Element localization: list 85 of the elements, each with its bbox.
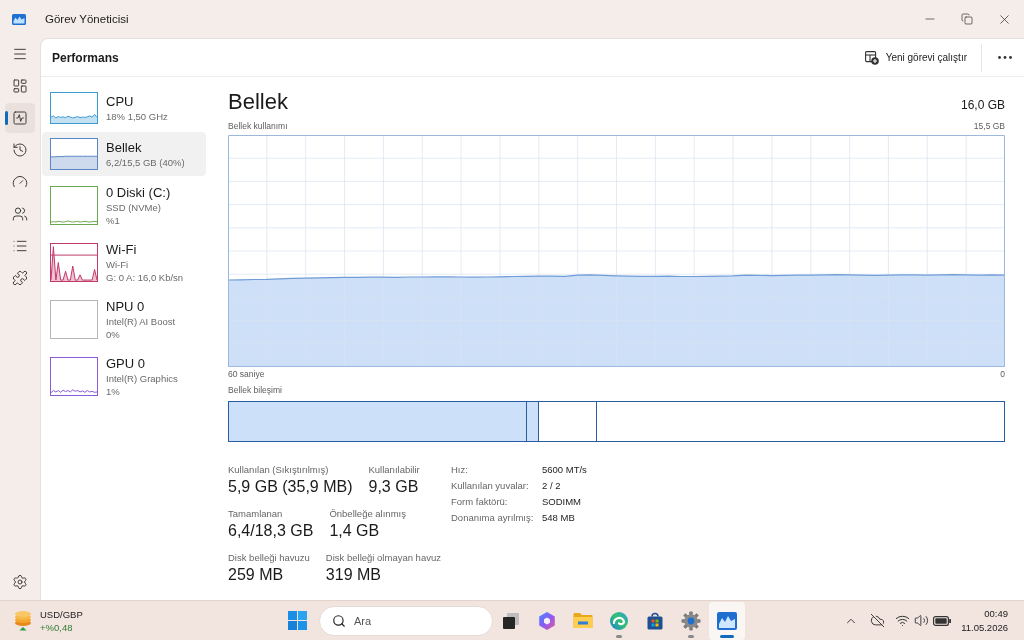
window-plus-icon <box>864 50 879 65</box>
stat-value: 9,3 GB <box>368 477 420 497</box>
graph-label: Bellek kullanımı <box>228 121 288 132</box>
stat-label: Tamamlanan <box>228 507 284 520</box>
speaker-icon <box>914 613 930 628</box>
resource-detail: %1 <box>106 214 121 227</box>
users-icon <box>12 206 28 222</box>
coins-icon <box>12 609 34 632</box>
gear-icon <box>681 610 701 631</box>
capacity-text: 16,0 GB <box>960 97 1005 114</box>
history-icon <box>12 142 28 158</box>
resource-item[interactable]: 0 Diski (C:) SSD (NVMe) %1 <box>42 178 206 233</box>
resource-name: Bellek <box>106 139 143 156</box>
resource-item[interactable]: Bellek 6,2/15,5 GB (40%) <box>42 132 206 176</box>
stat-label: Kullanılan (Sıkıştırılmış) <box>228 463 330 476</box>
puzzle-icon <box>12 270 28 286</box>
graph-logo-icon <box>717 611 737 630</box>
swirl-logo-icon <box>609 610 629 631</box>
page-title: Performans <box>52 50 119 65</box>
resource-detail: Wi-Fi <box>106 258 130 271</box>
gauge-icon <box>12 174 28 190</box>
stat-label: Önbelleğe alınmış <box>329 507 406 520</box>
property-value: 5600 MT/s <box>542 463 587 476</box>
resource-detail: Intel(R) Graphics <box>106 372 178 385</box>
property-label: Kullanılan yuvalar: <box>451 479 530 492</box>
widget-change: +%0,48 <box>40 620 74 634</box>
run-task-button[interactable]: Yeni görevi çalıştır <box>854 42 977 73</box>
windows-logo-icon <box>287 611 307 630</box>
restore-icon <box>960 13 973 25</box>
stat-value: 1,4 GB <box>329 521 381 541</box>
window-stack-icon <box>502 611 520 630</box>
property-value: 2 / 2 <box>542 479 562 492</box>
stat-value: 319 MB <box>325 565 382 585</box>
property-label: Form faktörü: <box>451 495 509 508</box>
nav-button[interactable] <box>5 103 35 133</box>
settings-icon <box>12 574 28 590</box>
resource-name: 0 Diski (C:) <box>106 184 171 201</box>
folder-icon <box>573 612 593 629</box>
stat-label: Disk belleği olmayan havuz <box>325 551 441 564</box>
graph-logo-icon <box>12 13 26 25</box>
shopping-bag-icon <box>646 611 664 630</box>
time-axis-label: 60 saniye <box>228 369 265 380</box>
resource-name: NPU 0 <box>106 298 146 315</box>
empty-graph <box>50 300 98 339</box>
search-icon <box>332 613 346 628</box>
stat-value: 259 MB <box>228 565 285 585</box>
axis-end-label: 0 <box>1000 369 1005 380</box>
property-value: 548 MB <box>542 511 576 524</box>
resource-detail: Intel(R) AI Boost <box>106 315 176 328</box>
resource-detail: 0% <box>106 328 121 341</box>
stat-label: Kullanılabilir <box>368 463 420 476</box>
resource-detail: SSD (NVMe) <box>106 201 162 214</box>
resource-detail: 18% 1,50 GHz <box>106 110 168 123</box>
property-value: SODIMM <box>542 495 583 508</box>
hexagon-logo-icon <box>537 610 557 631</box>
stat-value: 6,4/18,3 GB <box>228 521 314 541</box>
resource-name: CPU <box>106 93 135 110</box>
resource-name: GPU 0 <box>106 355 146 372</box>
search-field[interactable]: Ara <box>319 605 493 636</box>
cloud-off-icon <box>870 613 886 628</box>
widget-title: USD/GBP <box>40 607 83 621</box>
composition-label: Bellek bileşimi <box>228 385 282 396</box>
window-title: Görev Yöneticisi <box>45 13 129 25</box>
clock-time: 00:49 <box>984 606 1008 621</box>
clock-date: 11.05.2026 <box>961 620 1008 635</box>
menu-icon <box>12 46 28 62</box>
resource-item[interactable]: NPU 0 Intel(R) AI Boost 0% <box>42 292 206 347</box>
more-icon <box>998 56 1012 59</box>
property-label: Hız: <box>451 463 469 476</box>
resource-detail: G: 0 A: 16,0 Kb/sn <box>106 271 184 284</box>
stat-label: Disk belleği havuzu <box>228 551 310 564</box>
pulse-icon <box>12 110 28 126</box>
property-label: Donanıma ayrılmış: <box>451 511 535 524</box>
stat-value: 5,9 GB (35,9 MB) <box>228 477 353 497</box>
resource-name: Wi-Fi <box>106 241 138 258</box>
battery-icon <box>933 615 952 626</box>
resource-item[interactable]: Wi-Fi Wi-Fi G: 0 A: 16,0 Kb/sn <box>42 235 206 290</box>
graph-max-label: 15,5 GB <box>973 121 1005 132</box>
section-title: Bellek <box>228 89 288 115</box>
list-icon <box>12 238 28 254</box>
resource-detail: 1% <box>106 385 121 398</box>
resource-detail: 6,2/15,5 GB (40%) <box>106 156 185 169</box>
resource-item[interactable]: CPU 18% 1,50 GHz <box>42 86 206 130</box>
grid-icon <box>12 78 28 94</box>
resource-item[interactable]: GPU 0 Intel(R) Graphics 1% <box>42 349 206 404</box>
